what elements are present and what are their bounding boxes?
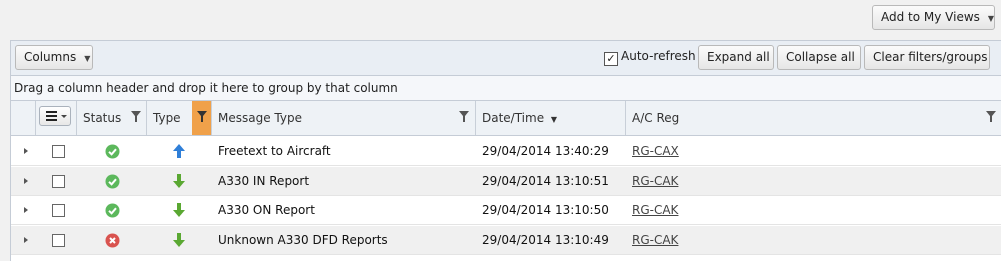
group-by-drop-area[interactable]: Drag a column header and drop it here to… <box>11 76 1001 101</box>
status-header-label: Status <box>83 111 122 125</box>
check-circle-icon <box>105 174 120 188</box>
ac-reg-link[interactable]: RG-CAK <box>632 226 678 255</box>
grid-panel: Columns ▼ ✓ Auto-refresh Expand all Collap… <box>10 40 1001 261</box>
expand-row-icon[interactable] <box>24 207 28 213</box>
columns-label: Columns <box>24 50 77 64</box>
row-checkbox[interactable] <box>52 145 65 158</box>
ac-reg-link[interactable]: RG-CAK <box>632 196 678 225</box>
table-row[interactable]: A330 IN Report 29/04/2014 13:10:51 RG-CAK <box>11 166 1001 196</box>
arrow-up-icon <box>173 144 185 158</box>
arrow-down-icon <box>173 203 185 217</box>
column-menu-button[interactable] <box>39 106 71 126</box>
ac-reg-link[interactable]: RG-CAX <box>632 137 679 166</box>
arrow-down-icon <box>173 173 185 188</box>
datetime-header-label: Date/Time <box>482 111 545 125</box>
caret-down-icon: ▼ <box>987 14 995 23</box>
row-checkbox[interactable] <box>52 174 65 188</box>
column-header-message-type[interactable]: Message Type <box>211 101 475 135</box>
column-header-datetime[interactable]: Date/Time ▼ <box>475 101 625 135</box>
message-type-cell: A330 IN Report <box>218 173 310 188</box>
ac-reg-header-label: A/C Reg <box>632 111 680 125</box>
clear-filters-groups-button[interactable]: Clear filters/groups <box>864 45 990 70</box>
column-header-type[interactable]: Type <box>146 101 211 135</box>
group-by-hint: Drag a column header and drop it here to… <box>14 81 398 95</box>
table-row[interactable]: A330 ON Report 29/04/2014 13:10:50 RG-CAK <box>11 196 1001 225</box>
grid-header: Status Type Message Type Date/Time ▼ A/C… <box>11 101 1001 136</box>
sort-descending-icon: ▼ <box>550 115 558 124</box>
auto-refresh-label: Auto-refresh <box>621 49 696 63</box>
grid-toolbar: Columns ▼ ✓ Auto-refresh Expand all Collap… <box>11 41 1001 76</box>
message-type-cell: A330 ON Report <box>218 203 315 217</box>
row-menu-header-cell <box>35 101 76 135</box>
check-circle-icon <box>105 203 120 218</box>
check-circle-icon <box>105 144 120 159</box>
column-header-status[interactable]: Status <box>76 101 146 135</box>
message-type-header-label: Message Type <box>218 111 302 125</box>
ac-reg-link[interactable]: RG-CAK <box>632 167 678 196</box>
type-header-label: Type <box>153 111 181 125</box>
collapse-all-button[interactable]: Collapse all <box>777 45 861 70</box>
message-type-cell: Unknown A330 DFD Reports <box>218 232 388 247</box>
message-type-cell: Freetext to Aircraft <box>218 144 331 158</box>
table-row[interactable]: Unknown A330 DFD Reports 29/04/2014 13:10… <box>11 225 1001 255</box>
expand-row-icon[interactable] <box>24 148 28 154</box>
datetime-cell: 29/04/2014 13:40:29 <box>482 144 609 158</box>
datetime-cell: 29/04/2014 13:10:49 <box>482 232 609 247</box>
row-checkbox[interactable] <box>52 204 65 217</box>
expand-row-icon[interactable] <box>24 236 28 243</box>
hamburger-menu-icon <box>46 111 67 121</box>
arrow-down-icon <box>173 232 185 247</box>
table-row[interactable]: Freetext to Aircraft 29/04/2014 13:40:29 R… <box>11 137 1001 166</box>
x-circle-icon <box>105 233 120 247</box>
auto-refresh-checkbox[interactable]: ✓ <box>604 52 618 66</box>
datetime-cell: 29/04/2014 13:10:50 <box>482 203 609 217</box>
column-header-ac-reg[interactable]: A/C Reg <box>625 101 1001 135</box>
caret-down-icon: ▼ <box>84 54 91 63</box>
add-to-my-views-label: Add to My Views <box>881 10 980 24</box>
columns-dropdown-button[interactable]: Columns ▼ <box>15 45 93 70</box>
datetime-cell: 29/04/2014 13:10:51 <box>482 173 609 188</box>
expand-row-icon[interactable] <box>24 177 28 184</box>
expand-all-button[interactable]: Expand all <box>698 45 774 70</box>
row-checkbox[interactable] <box>52 233 65 247</box>
add-to-my-views-button[interactable]: Add to My Views ▼ <box>872 5 995 30</box>
auto-refresh-toggle[interactable]: ✓ Auto-refresh <box>604 49 696 66</box>
